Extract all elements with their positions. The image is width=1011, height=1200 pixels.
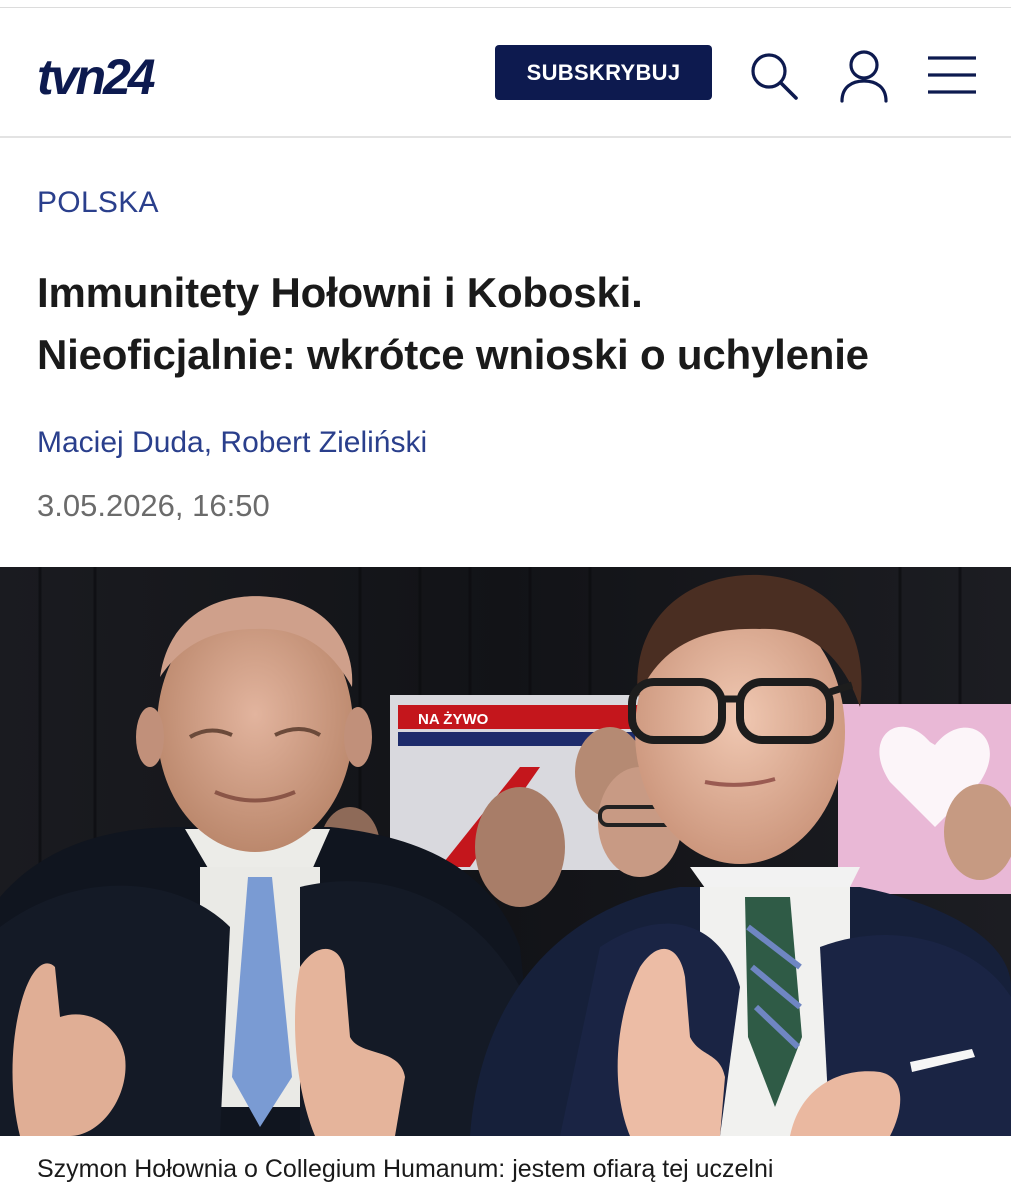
headline-line-2: Nieoficjalnie: wkrótce wnioski o uchylen… xyxy=(37,331,869,378)
logo-text: tvn24 xyxy=(37,52,155,102)
menu-icon[interactable] xyxy=(926,53,978,97)
article-date: 3.05.2026, 16:50 xyxy=(37,488,270,523)
tvn24-logo[interactable]: tvn24 xyxy=(37,49,182,105)
subscribe-button[interactable]: SUBSKRYBUJ xyxy=(495,45,712,100)
screen-live-text: NA ŻYWO xyxy=(418,711,489,728)
article-photo: NA ŻYWO xyxy=(0,567,1011,1136)
headline-line-1: Immunitety Hołowni i Koboski. xyxy=(37,269,643,316)
site-header: tvn24 SUBSKRYBUJ xyxy=(0,8,1011,138)
photo-caption: Szymon Hołownia o Collegium Humanum: jes… xyxy=(37,1155,774,1183)
author-link[interactable]: Maciej Duda xyxy=(37,426,204,459)
top-status-strip xyxy=(0,0,1011,8)
article-headline: Immunitety Hołowni i Koboski. Nieoficjal… xyxy=(37,262,977,386)
article-category-link[interactable]: POLSKA xyxy=(37,186,159,220)
author-link[interactable]: Robert Zieliński xyxy=(220,426,427,459)
user-icon[interactable] xyxy=(838,48,890,104)
author-separator: , xyxy=(203,426,221,459)
article-authors: Maciej Duda, Robert Zieliński xyxy=(37,426,427,460)
search-icon[interactable] xyxy=(748,50,800,102)
